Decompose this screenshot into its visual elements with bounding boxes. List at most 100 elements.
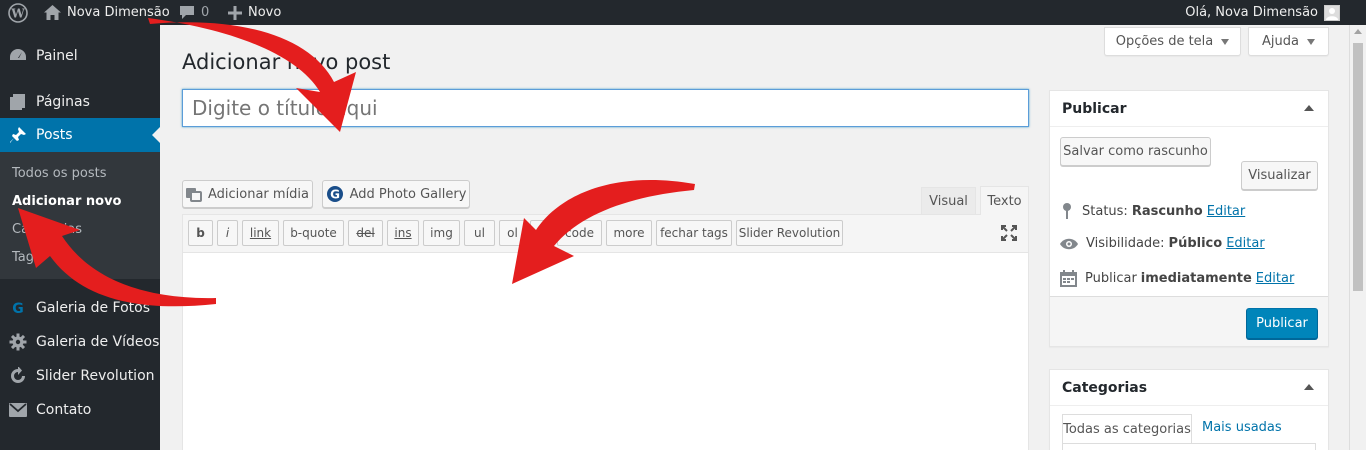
svg-text:W: W xyxy=(10,6,25,20)
screen-options-button[interactable]: Opções de tela xyxy=(1104,27,1241,56)
plus-icon xyxy=(228,5,242,20)
preview-button[interactable]: Visualizar xyxy=(1241,161,1318,190)
admin-sidebar: Painel Páginas Posts Todos os posts Adic… xyxy=(0,25,160,450)
tab-popular-categories[interactable]: Mais usadas xyxy=(1202,420,1282,435)
categories-list xyxy=(1062,443,1316,450)
quicktag-ol[interactable]: ol xyxy=(499,220,526,246)
quicktag-del[interactable]: del xyxy=(348,220,383,246)
post-content-textarea[interactable] xyxy=(183,253,1028,450)
help-label: Ajuda xyxy=(1262,34,1299,49)
dropdown-arrow-icon xyxy=(1306,38,1315,45)
sidebar-item-label: Painel xyxy=(36,48,78,64)
status-value: Rascunho xyxy=(1131,203,1203,219)
sidebar-item-galeria-videos[interactable]: Galeria de Vídeos xyxy=(0,325,160,359)
schedule-label: Publicar xyxy=(1085,271,1137,286)
edit-visibility-link[interactable]: Editar xyxy=(1226,236,1265,251)
refresh-icon xyxy=(0,367,36,385)
sidebar-item-label: Galeria de Vídeos xyxy=(36,334,160,350)
quicktag-ul[interactable]: ul xyxy=(464,220,495,246)
wordpress-logo-icon[interactable]: W xyxy=(8,0,28,25)
status-row: Status: Rascunho Editar xyxy=(1060,202,1245,220)
status-label: Status: xyxy=(1082,203,1128,219)
submenu-tags[interactable]: Tags xyxy=(12,250,41,265)
post-title-input[interactable] xyxy=(182,89,1029,127)
svg-text:G: G xyxy=(330,188,340,202)
dropdown-arrow-icon xyxy=(1221,38,1230,45)
sidebar-item-posts[interactable]: Posts xyxy=(0,118,160,152)
submenu-all-posts[interactable]: Todos os posts xyxy=(12,166,107,181)
quicktag-more[interactable]: more xyxy=(606,220,652,246)
quicktag-b[interactable]: b xyxy=(188,220,213,246)
fullscreen-icon[interactable] xyxy=(1000,224,1018,242)
sidebar-item-label: Páginas xyxy=(36,94,90,110)
add-photo-gallery-button[interactable]: G Add Photo Gallery xyxy=(322,180,470,208)
site-name: Nova Dimensão xyxy=(67,5,170,20)
sidebar-item-galeria-fotos[interactable]: G Galeria de Fotos xyxy=(0,291,160,325)
svg-text:G: G xyxy=(12,301,24,316)
quicktag-slider-revolution[interactable]: Slider Revolution xyxy=(736,220,843,246)
account-greeting[interactable]: Olá, Nova Dimensão xyxy=(1185,0,1340,25)
page-title: Adicionar novo post xyxy=(182,50,391,74)
page-scrollbar[interactable] xyxy=(1349,25,1366,450)
new-content-link[interactable]: Novo xyxy=(228,0,281,25)
edit-status-link[interactable]: Editar xyxy=(1207,204,1246,219)
visibility-row: Visibilidade: Público Editar xyxy=(1060,236,1265,251)
schedule-value: imediatamente xyxy=(1140,271,1252,286)
tab-visual[interactable]: Visual xyxy=(921,187,976,214)
scroll-up-arrow-icon[interactable] xyxy=(1354,29,1362,34)
help-button[interactable]: Ajuda xyxy=(1248,27,1329,56)
tab-text[interactable]: Texto xyxy=(980,186,1029,215)
collapse-arrow-icon[interactable] xyxy=(1304,384,1314,390)
pin-icon xyxy=(0,126,36,144)
dashboard-icon xyxy=(0,46,36,66)
tab-all-categories[interactable]: Todas as categorias xyxy=(1062,414,1192,444)
sidebar-item-label: Galeria de Fotos xyxy=(36,300,151,316)
sidebar-item-label: Slider Revolution xyxy=(36,368,155,384)
gear-icon xyxy=(0,333,36,351)
quicktag-i[interactable]: i xyxy=(217,220,238,246)
quicktag-b-quote[interactable]: b-quote xyxy=(283,220,344,246)
save-draft-button[interactable]: Salvar como rascunho xyxy=(1060,137,1211,166)
quicktag-link[interactable]: link xyxy=(242,220,279,246)
visibility-label: Visibilidade: xyxy=(1086,236,1165,251)
quicktag-close-tags[interactable]: fechar tags xyxy=(656,220,732,246)
sidebar-item-painel[interactable]: Painel xyxy=(0,39,160,73)
quicktag-ins[interactable]: ins xyxy=(387,220,419,246)
add-media-button[interactable]: Adicionar mídia xyxy=(182,180,313,208)
submenu-categories[interactable]: Categorias xyxy=(12,222,82,237)
submenu-add-new[interactable]: Adicionar novo xyxy=(12,194,121,209)
sidebar-item-paginas[interactable]: Páginas xyxy=(0,85,160,119)
quicktag-code[interactable]: code xyxy=(557,220,602,246)
add-media-label: Adicionar mídia xyxy=(207,186,310,202)
calendar-icon xyxy=(1060,270,1077,287)
home-icon xyxy=(44,5,61,20)
visibility-value: Público xyxy=(1168,236,1223,251)
screen-options-label: Opções de tela xyxy=(1115,34,1214,49)
categories-box-title: Categorias xyxy=(1050,370,1328,406)
sidebar-item-slider-revolution[interactable]: Slider Revolution xyxy=(0,359,160,393)
mail-icon xyxy=(0,403,36,417)
comments-link[interactable]: 0 xyxy=(179,0,209,25)
media-icon xyxy=(185,188,202,202)
comments-count: 0 xyxy=(201,5,210,20)
sidebar-item-contato[interactable]: Contato xyxy=(0,393,160,427)
eye-icon xyxy=(1060,238,1078,249)
pages-icon xyxy=(0,93,36,111)
comment-icon xyxy=(180,6,194,19)
publish-button[interactable]: Publicar xyxy=(1246,308,1318,339)
pin-icon xyxy=(1063,203,1071,219)
collapse-arrow-icon[interactable] xyxy=(1304,105,1314,111)
greeting-text: Olá, Nova Dimensão xyxy=(1185,5,1318,20)
quicktag-img[interactable]: img xyxy=(423,220,460,246)
site-name-link[interactable]: Nova Dimensão xyxy=(44,0,170,25)
sidebar-item-label: Posts xyxy=(36,127,73,143)
quicktag-li[interactable]: li xyxy=(530,220,553,246)
gallery-icon: G xyxy=(0,300,36,316)
avatar xyxy=(1324,4,1340,21)
gallery-icon: G xyxy=(326,186,343,202)
edit-schedule-link[interactable]: Editar xyxy=(1256,271,1295,286)
publish-box-title: Publicar xyxy=(1050,91,1328,127)
schedule-row: Publicar imediatamente Editar xyxy=(1060,270,1294,287)
add-gallery-label: Add Photo Gallery xyxy=(349,186,467,202)
scrollbar-thumb[interactable] xyxy=(1353,43,1363,291)
